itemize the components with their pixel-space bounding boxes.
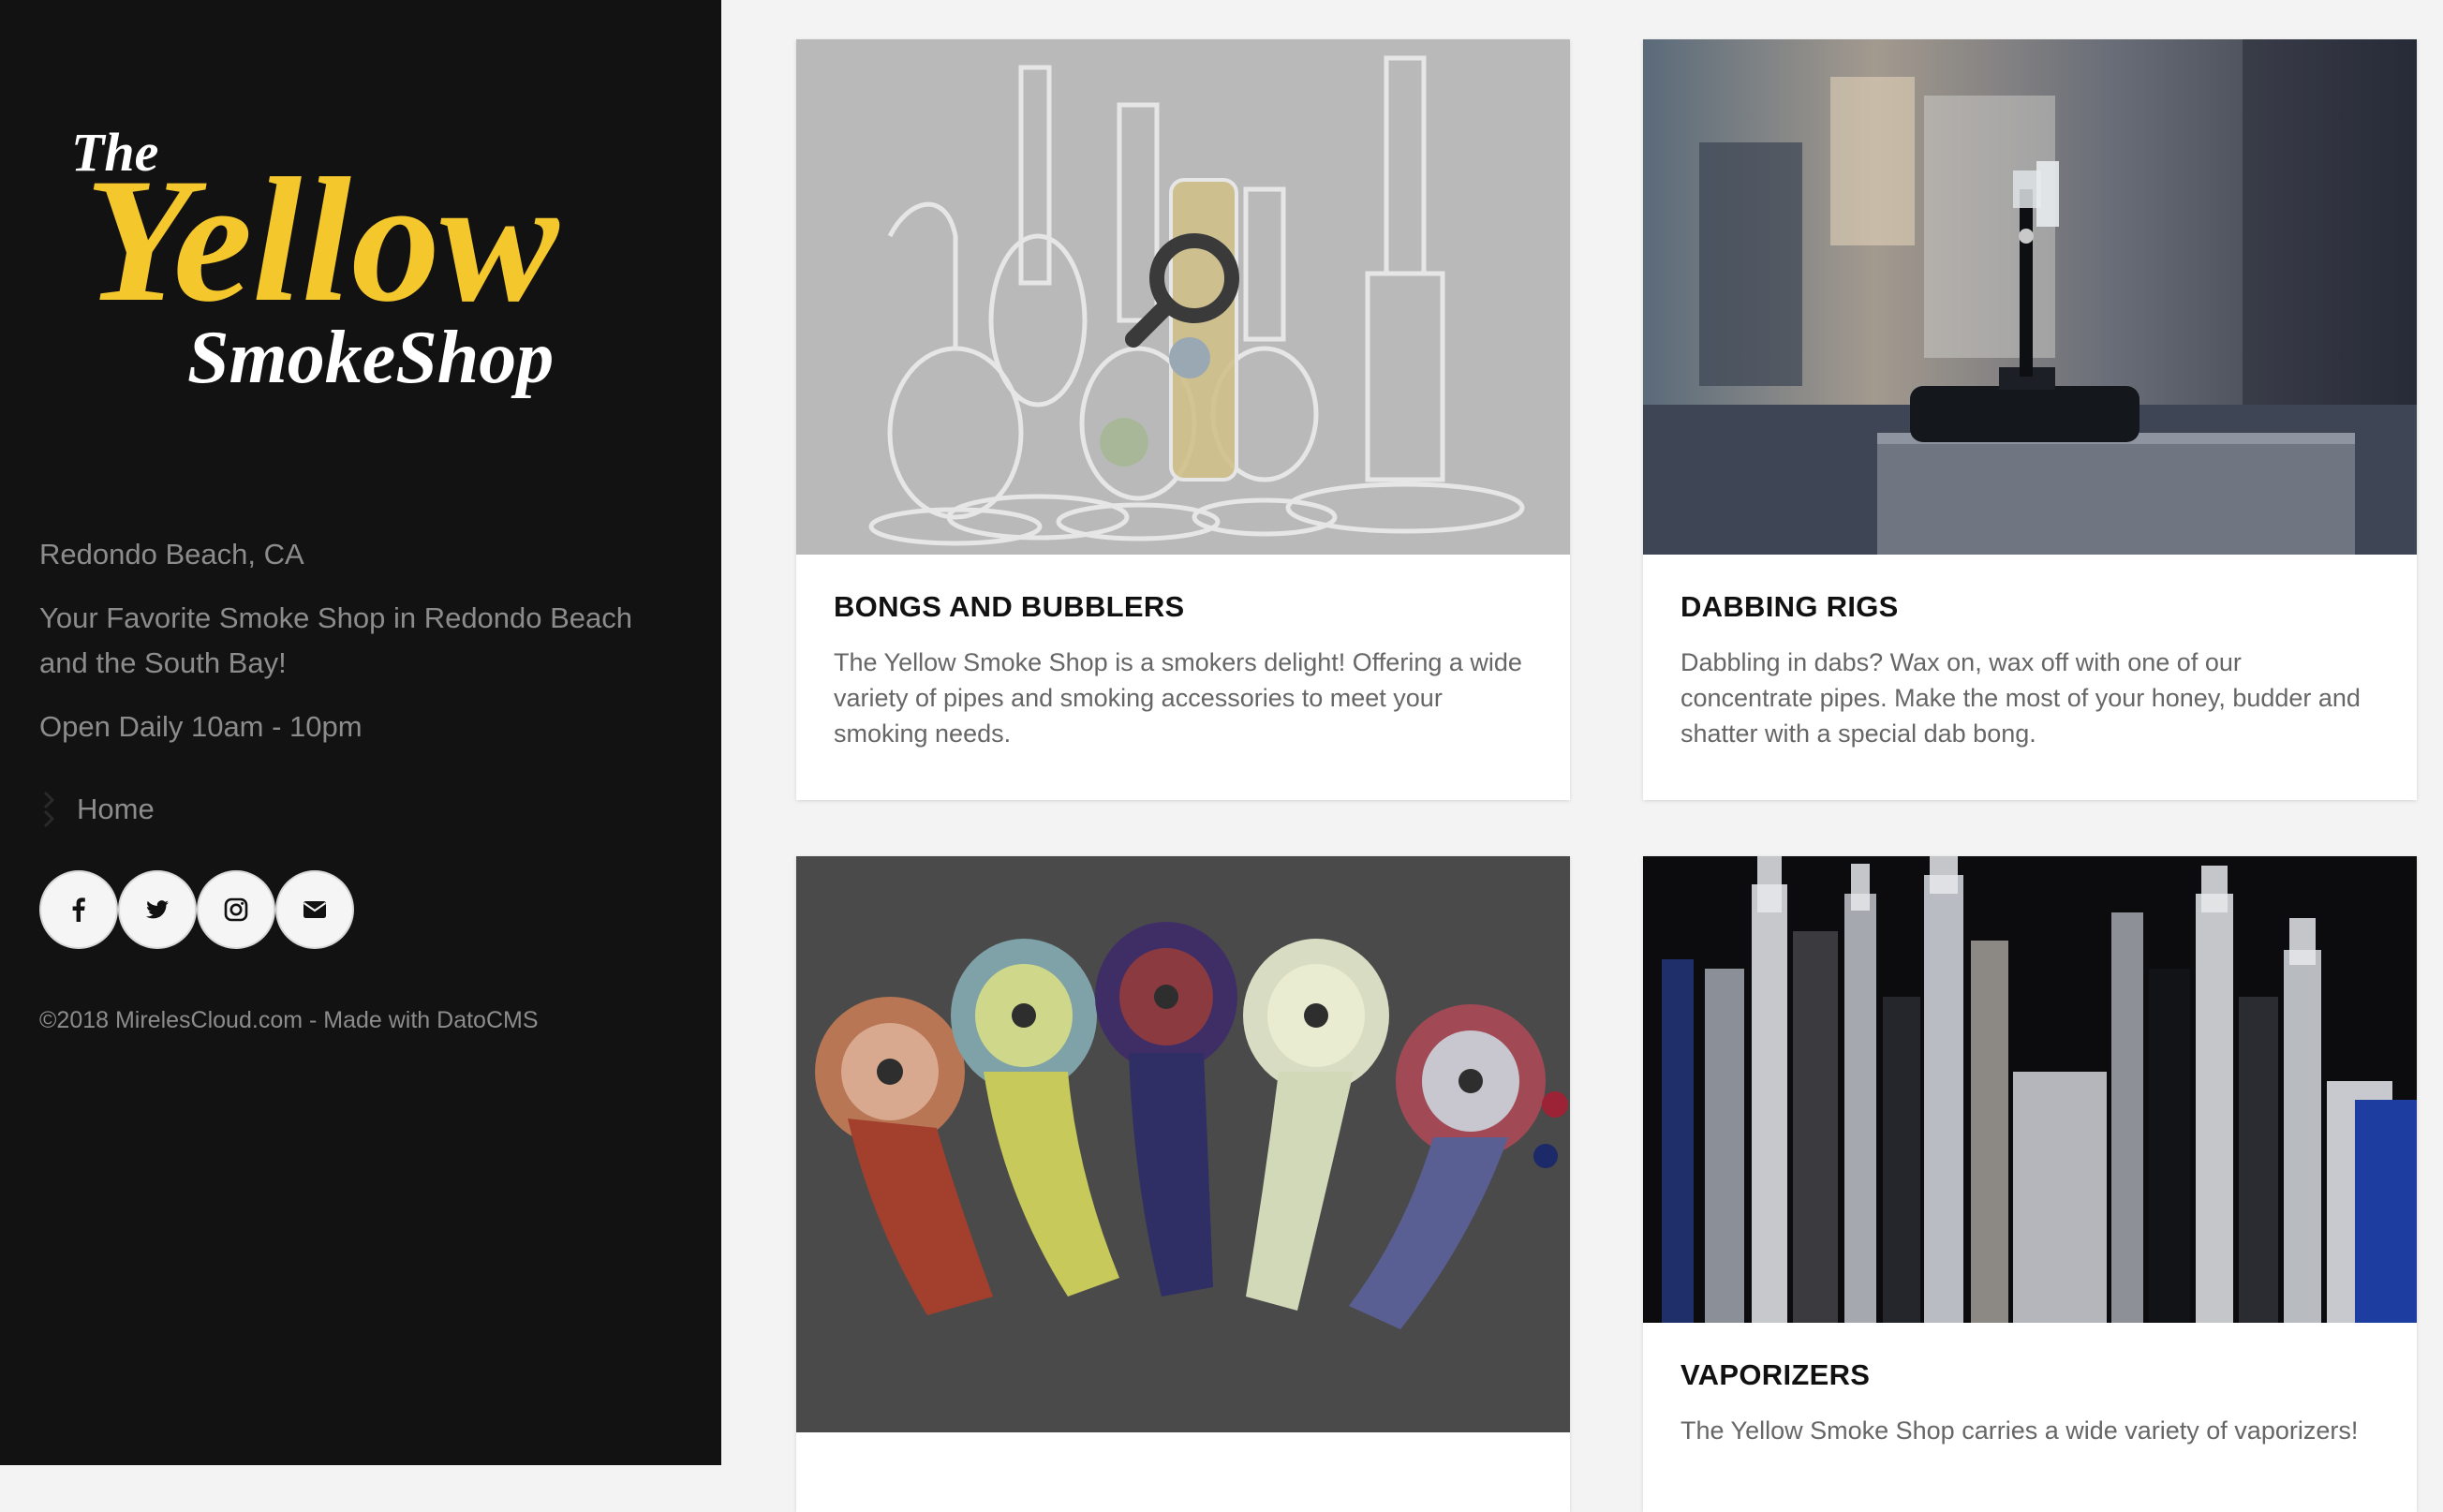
dab-rig-photo (1643, 39, 2417, 555)
bongs-image[interactable] (796, 39, 1570, 555)
product-card-pipes[interactable] (796, 856, 1570, 1512)
twitter-icon (146, 900, 169, 919)
site-logo[interactable]: The Yellow SmokeShop (66, 122, 646, 412)
vaporizers-image[interactable] (1643, 856, 2417, 1323)
card-body: DABBING RIGS Dabbling in dabs? Wax on, w… (1643, 555, 2417, 789)
envelope-icon (303, 901, 327, 918)
logo-graphic: The Yellow SmokeShop (71, 122, 560, 399)
email-button[interactable] (275, 870, 354, 949)
product-card-vaporizers[interactable]: VAPORIZERS The Yellow Smoke Shop carries… (1643, 856, 2417, 1512)
sidebar: The Yellow SmokeShop Redondo Beach, CA Y… (0, 0, 721, 1465)
instagram-button[interactable] (197, 870, 275, 949)
card-title[interactable]: BONGS AND BUBBLERS (834, 590, 1532, 624)
social-links (39, 870, 354, 949)
card-body: VAPORIZERS The Yellow Smoke Shop carries… (1643, 1323, 2417, 1486)
facebook-button[interactable] (39, 870, 118, 949)
pipes-image[interactable] (796, 856, 1570, 1432)
card-title[interactable]: VAPORIZERS (1680, 1358, 2379, 1392)
nav-item-home[interactable]: Home (39, 787, 155, 832)
location-text: Redondo Beach, CA (39, 538, 304, 571)
instagram-icon (224, 897, 248, 922)
dabbing-rigs-image[interactable] (1643, 39, 2417, 555)
product-card-bongs[interactable]: BONGS AND BUBBLERS The Yellow Smoke Shop… (796, 39, 1570, 800)
card-description: The Yellow Smoke Shop is a smokers delig… (834, 648, 1522, 748)
tagline-text: Your Favorite Smoke Shop in Redondo Beac… (39, 601, 633, 679)
card-description: The Yellow Smoke Shop carries a wide var… (1680, 1416, 2359, 1445)
product-grid: BONGS AND BUBBLERS The Yellow Smoke Shop… (721, 0, 2443, 1512)
chevron-right-icon (43, 791, 55, 828)
hours-text: Open Daily 10am - 10pm (39, 710, 363, 743)
card-body: BONGS AND BUBBLERS The Yellow Smoke Shop… (796, 555, 1570, 789)
twitter-button[interactable] (118, 870, 197, 949)
glass-bongs-photo (796, 39, 1570, 555)
vaporizers-photo (1643, 856, 2417, 1323)
card-description: Dabbling in dabs? Wax on, wax off with o… (1680, 648, 2361, 748)
glass-spoon-pipes-photo (796, 856, 1570, 1432)
facebook-icon (72, 897, 85, 922)
nav-label-home: Home (77, 793, 155, 825)
card-body (796, 1432, 1570, 1512)
card-title[interactable]: DABBING RIGS (1680, 590, 2379, 624)
logo-yellow: Yellow (84, 142, 560, 339)
copyright-text: ©2018 MirelesCloud.com - Made with DatoC… (39, 1007, 539, 1033)
product-card-dabbing-rigs[interactable]: DABBING RIGS Dabbling in dabs? Wax on, w… (1643, 39, 2417, 800)
logo-smokeshop: SmokeShop (187, 317, 554, 399)
